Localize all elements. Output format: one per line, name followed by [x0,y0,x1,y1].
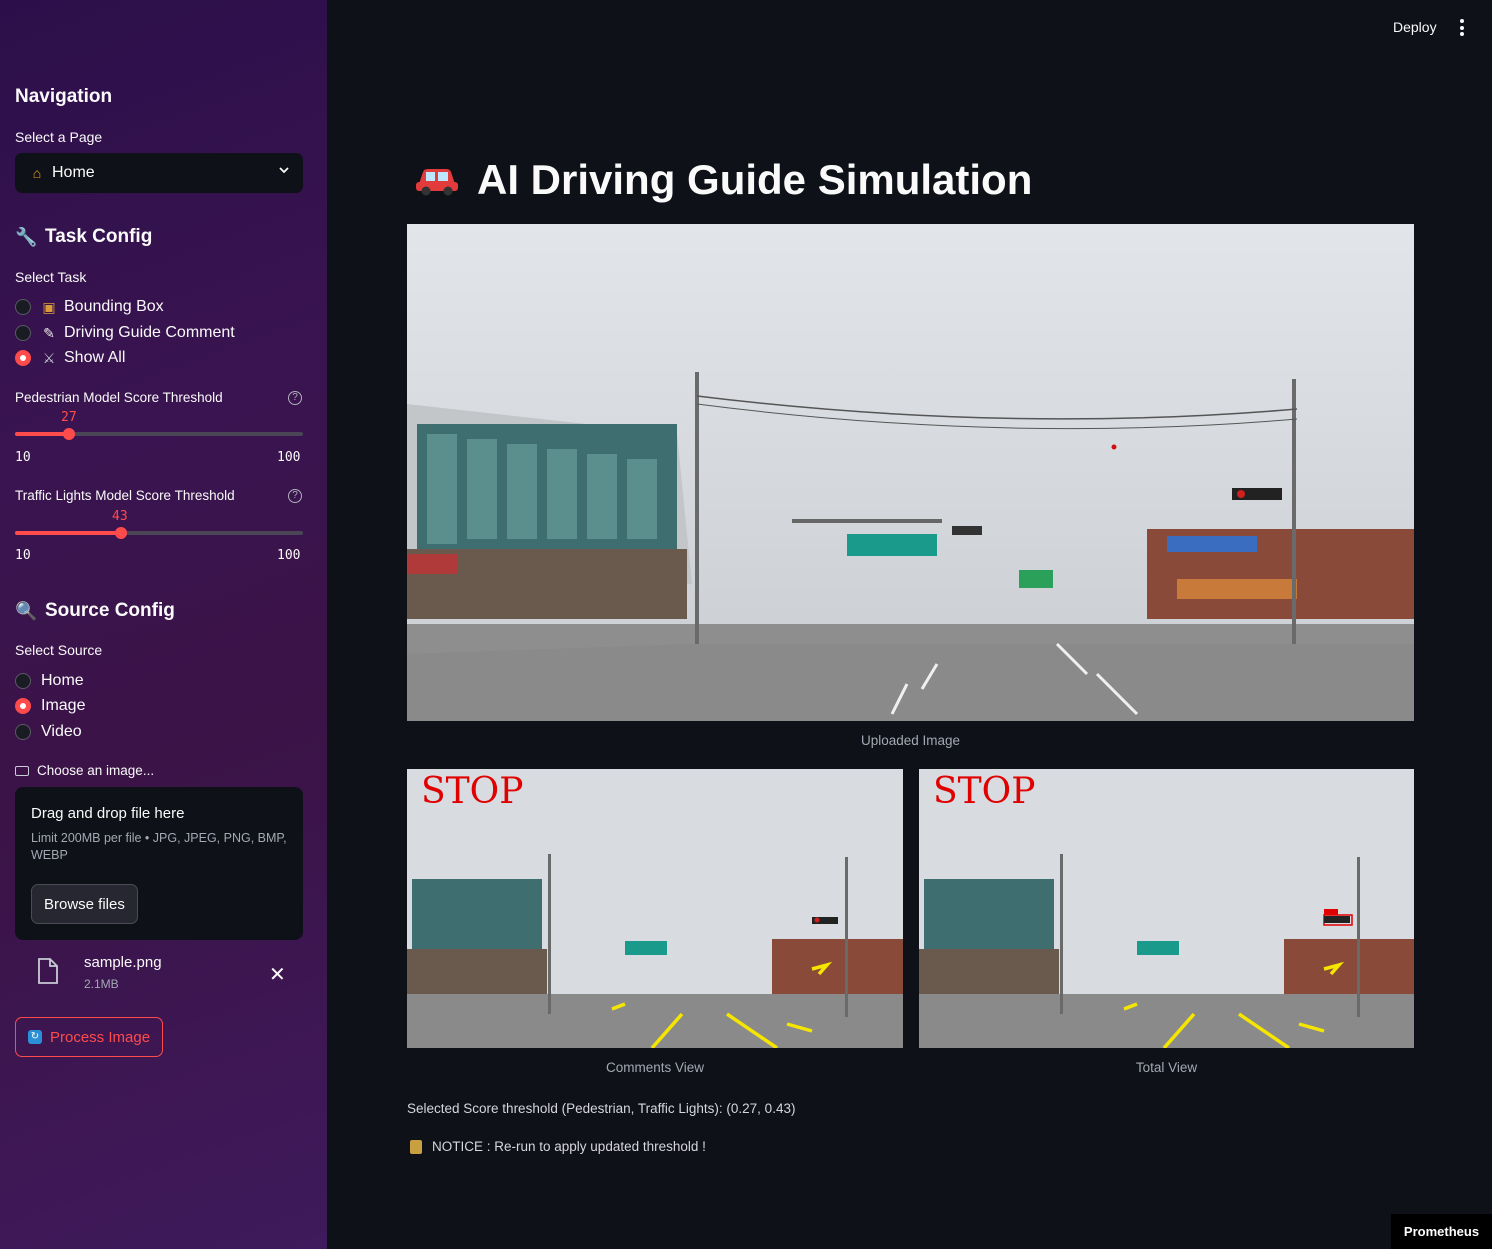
source-config-title: Source Config [45,600,175,621]
page-select[interactable]: ⌂ Home [15,153,303,193]
task-option-bounding-box[interactable]: ▣ Bounding Box [15,296,164,318]
street-scene-image [407,224,1414,721]
magnifier-icon: 🔍 [15,600,38,621]
deploy-button[interactable]: Deploy [1393,19,1437,35]
radio-button-selected[interactable] [15,350,31,366]
uploader-label: Choose an image... [15,763,154,778]
uploader-label-text: Choose an image... [37,763,155,778]
pedestrian-slider-track[interactable] [15,432,303,436]
dropzone-title: Drag and drop file here [31,805,185,822]
memo-icon: ✎ [43,324,55,341]
uploaded-image [407,224,1414,721]
source-option-image[interactable]: Image [15,695,85,717]
task-label: Bounding Box [64,298,164,315]
traffic-lights-slider-fill [15,531,121,535]
page-title: AI Driving Guide Simulation [413,156,1032,204]
traffic-lights-slider-track[interactable] [15,531,303,535]
total-view-image: STOP [919,769,1414,1048]
traffic-lights-threshold-label: Traffic Lights Model Score Threshold [15,488,235,503]
comments-view-caption: Comments View [605,1060,705,1075]
source-label: Video [41,723,82,740]
source-label: Image [41,697,86,714]
traffic-lights-slider-max: 100 [277,548,301,563]
source-option-home[interactable]: Home [15,670,84,692]
task-option-driving-guide-comment[interactable]: ✎ Driving Guide Comment [15,322,235,344]
select-source-label: Select Source [15,642,103,658]
file-size: 2.1MB [84,977,119,991]
help-icon[interactable]: ? [288,489,302,503]
task-label: Show All [64,349,126,366]
notebook-icon [410,1139,422,1154]
radio-button[interactable] [15,299,31,315]
notice-line: NOTICE : Re-run to apply updated thresho… [407,1139,706,1154]
task-config-heading: 🔧 Task Config [15,226,152,248]
traffic-lights-slider-min: 10 [15,548,31,563]
refresh-icon: ↻ [28,1030,42,1044]
remove-file-close-icon[interactable]: ✕ [269,962,286,987]
prometheus-badge[interactable]: Prometheus [1391,1214,1492,1249]
page-select-value: Home [52,164,95,181]
task-label: Driving Guide Comment [64,324,235,341]
pedestrian-slider-fill [15,432,69,436]
dropzone-limit: Limit 200MB per file • JPG, JPEG, PNG, B… [31,831,287,862]
notice-text: NOTICE : Re-run to apply updated thresho… [432,1139,706,1154]
pedestrian-threshold-label: Pedestrian Model Score Threshold [15,390,223,405]
camera-icon [15,765,29,776]
threshold-text: Selected Score threshold (Pedestrian, Tr… [407,1101,796,1116]
uploaded-file: sample.png 2.1MB ✕ [37,952,297,996]
traffic-lights-slider-thumb[interactable] [115,527,127,539]
stop-overlay-text: STOP [933,771,1036,812]
file-name: sample.png [84,954,162,971]
browse-files-button[interactable]: Browse files [31,884,138,924]
navigation-heading: Navigation [15,86,113,107]
source-option-video[interactable]: Video [15,721,82,743]
car-icon [416,169,458,196]
file-dropzone[interactable]: Drag and drop file here Limit 200MB per … [15,787,303,940]
pedestrian-slider-max: 100 [277,450,301,465]
chevron-down-icon [279,167,289,174]
help-icon[interactable]: ? [288,391,302,405]
radio-button[interactable] [15,724,31,740]
crossed-swords-icon: ⚔ [42,349,56,366]
page-title-text: AI Driving Guide Simulation [477,156,1033,203]
process-image-label: Process Image [50,1028,151,1046]
process-image-button[interactable]: ↻ Process Image [15,1017,164,1057]
sidebar: Navigation Select a Page ⌂ Home 🔧 Task C… [0,0,327,1249]
wrench-icon: 🔧 [15,226,38,247]
file-icon [38,958,58,984]
pedestrian-slider-thumb[interactable] [63,428,75,440]
stop-overlay-text: STOP [421,771,524,812]
source-label: Home [41,672,84,689]
house-icon: ⌂ [32,165,42,181]
traffic-lights-slider-value: 43 [112,509,128,524]
package-icon: ▣ [42,298,56,315]
task-config-title: Task Config [45,226,153,247]
comments-view-image: STOP [407,769,903,1048]
source-config-heading: 🔍 Source Config [15,600,175,622]
radio-button-selected[interactable] [15,698,31,714]
uploaded-image-caption: Uploaded Image [860,733,961,748]
radio-button[interactable] [15,325,31,341]
select-page-label: Select a Page [15,129,103,145]
total-view-caption: Total View [1135,1060,1198,1075]
radio-button[interactable] [15,673,31,689]
more-menu-icon[interactable] [1460,19,1464,39]
task-option-show-all[interactable]: ⚔ Show All [15,347,125,369]
pedestrian-slider-min: 10 [15,450,31,465]
select-task-label: Select Task [15,269,87,285]
pedestrian-slider-value: 27 [61,410,77,425]
